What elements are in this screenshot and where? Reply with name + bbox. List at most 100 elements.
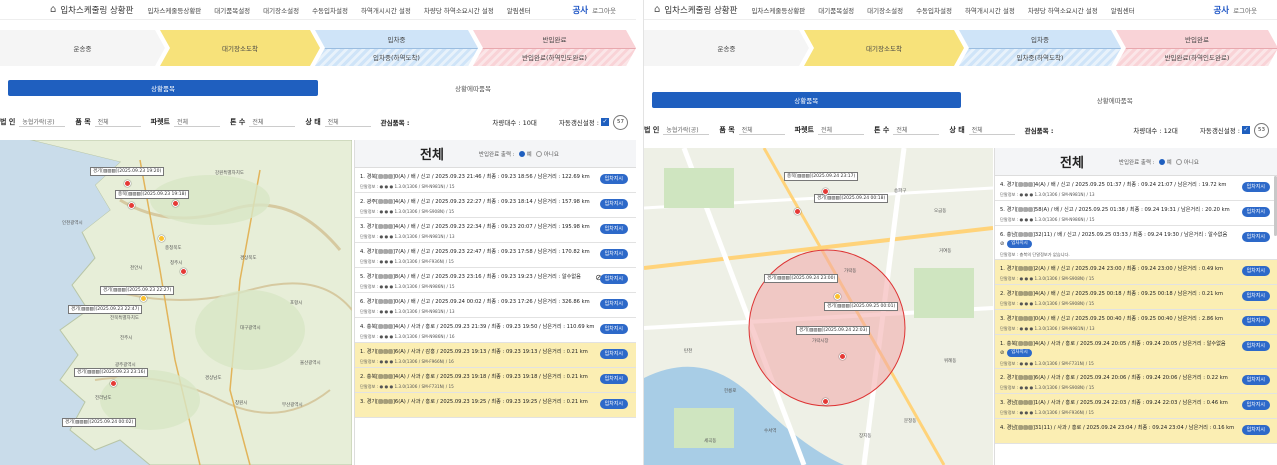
map-pin-icon[interactable] <box>834 293 841 300</box>
list-item[interactable]: 4. 경남[▨▨▨]31(11) / 사과 / 홍로 / 2025.09.24 … <box>995 419 1277 444</box>
corp-select[interactable]: 농협가락(공) <box>663 125 710 135</box>
list-item[interactable]: 6. 경기[▨▨▨]0(A) / 배 / 신고 / 2025.09.24 00:… <box>355 293 636 318</box>
list-item[interactable]: 2. 충북[▨▨▨]4(A) / 사과 / 홍로 / 2025.09.23 19… <box>355 368 636 393</box>
auto-refresh-checkbox[interactable]: ✓ <box>1242 126 1250 134</box>
map-pin-icon[interactable] <box>794 208 801 215</box>
ton-select[interactable]: 전체 <box>249 117 296 127</box>
map-pin-icon[interactable] <box>180 268 187 275</box>
auto-refresh[interactable]: 자동갱신설정 : ✓ <box>1200 125 1250 135</box>
step-moving[interactable]: 운송중 <box>0 30 165 66</box>
tab-status-items[interactable]: 상황품목 <box>8 80 318 96</box>
item-select[interactable]: 전체 <box>738 125 785 135</box>
nav-title[interactable]: 입차스케줄링 상황판 <box>664 4 737 16</box>
dispatch-button[interactable]: 입차지시 <box>1007 240 1032 248</box>
radio-no[interactable] <box>1175 158 1182 165</box>
map-pin-icon[interactable] <box>124 180 131 187</box>
tab-other-items[interactable]: 상황에따품목 <box>961 92 1270 108</box>
tab-status-items[interactable]: 상황품목 <box>652 92 961 108</box>
state-select[interactable]: 전체 <box>968 125 1015 135</box>
menu-item[interactable]: 입차스케줄등상황판 <box>147 5 201 15</box>
home-icon[interactable]: ⌂ <box>654 4 660 15</box>
vehicle-map-label[interactable]: 경기[▨▨▨](2025.09.24 23:00) <box>764 274 839 283</box>
pallet-select[interactable]: 전체 <box>817 125 864 135</box>
map-pin-icon[interactable] <box>158 235 165 242</box>
map-pin-icon[interactable] <box>822 188 829 195</box>
ton-select[interactable]: 전체 <box>893 125 940 135</box>
corp-select[interactable]: 농협가락(공) <box>19 117 66 127</box>
vehicle-map-label[interactable]: 충북[▨▨▨](2025.09.24 23:17) <box>784 172 859 181</box>
map-pin-icon[interactable] <box>172 200 179 207</box>
list-item[interactable]: 3. 경남[▨▨▨]1(A) / 사과 / 홍로 / 2025.09.24 22… <box>995 394 1277 419</box>
menu-item[interactable]: 알림센터 <box>507 5 531 15</box>
logout-link[interactable]: 로그아웃 <box>1233 5 1257 15</box>
list-item[interactable]: 1. 경북[▨▨▨]0(A) / 배 / 신고 / 2025.09.23 21:… <box>355 168 636 193</box>
dispatch-button[interactable]: 입차지시 <box>1241 375 1270 385</box>
menu-item[interactable]: 차량당 하역소요시간 설정 <box>424 5 494 15</box>
menu-item[interactable]: 차량당 하역소요시간 설정 <box>1028 5 1098 15</box>
menu-item[interactable]: 입차스케줄등상황판 <box>751 5 805 15</box>
dispatch-button[interactable]: 입차지시 <box>599 224 628 234</box>
pallet-select[interactable]: 전체 <box>173 117 220 127</box>
list-item[interactable]: 1. 충북[▨▨▨]4(A) / 사과 / 홍로 / 2025.09.24 20… <box>995 335 1277 369</box>
list-item[interactable]: 3. 경기[▨▨▨]0(A) / 배 / 신고 / 2025.09.25 00:… <box>995 310 1277 335</box>
dispatch-button[interactable]: 입차지시 <box>1241 207 1270 217</box>
vehicle-map-label[interactable]: 경기[▨▨▨](2025.09.23 23:16) <box>74 368 149 377</box>
dispatch-button[interactable]: 입차지시 <box>1241 266 1270 276</box>
dispatch-button[interactable]: 입차지시 <box>1241 400 1270 410</box>
dispatch-button[interactable]: 입차지시 <box>599 249 628 259</box>
menu-item[interactable]: 대기품목설정 <box>214 5 250 15</box>
menu-item[interactable]: 대기장소설정 <box>867 5 903 15</box>
korea-map[interactable]: 강원특별자치도 충청북도 경상북도 전북특별자치도 전라남도 경상남도 대전광역… <box>0 140 352 465</box>
vehicle-map-label[interactable]: 경기[▨▨▨](2025.09.24 00:02) <box>62 418 137 427</box>
list-item[interactable]: 4. 경기[▨▨▨]4(A) / 배 / 신고 / 2025.09.25 01:… <box>995 176 1277 201</box>
dispatch-button[interactable]: 입차지시 <box>1241 182 1270 192</box>
dispatch-button[interactable]: 입차지시 <box>599 374 628 384</box>
auto-refresh-checkbox[interactable]: ✓ <box>601 118 609 126</box>
menu-item[interactable]: 수동입차설정 <box>312 5 348 15</box>
dispatch-button[interactable]: 입차지시 <box>1007 349 1032 357</box>
dispatch-button[interactable]: 입차지시 <box>599 199 628 209</box>
vehicle-map-label[interactable]: 경기[▨▨▨](2025.09.23 22:47) <box>68 305 143 314</box>
dispatch-button[interactable]: 입차지시 <box>1241 232 1270 242</box>
step-waiting[interactable]: 대기장소도착 <box>804 30 964 66</box>
list-item[interactable]: 2. 경기[▨▨▨]4(A) / 배 / 신고 / 2025.09.25 00:… <box>995 285 1277 310</box>
step-moving[interactable]: 운송중 <box>644 30 809 66</box>
dispatch-button[interactable]: 입차지시 <box>599 399 628 409</box>
radio-no[interactable] <box>535 150 542 157</box>
list-item[interactable]: 5. 경기[▨▨▨]8(A) / 배 / 신고 / 2025.09.23 23:… <box>355 268 636 293</box>
logout-link[interactable]: 로그아웃 <box>592 5 616 15</box>
list-item[interactable]: 3. 경기[▨▨▨]6(A) / 사과 / 홍로 / 2025.09.23 19… <box>355 393 636 418</box>
list-item[interactable]: 2. 경기[▨▨▨]6(A) / 사과 / 홍로 / 2025.09.24 20… <box>995 369 1277 394</box>
dispatch-button[interactable]: 입차지시 <box>599 174 628 184</box>
menu-item[interactable]: 하역개시시간 설정 <box>965 5 1015 15</box>
vehicle-map-label[interactable]: 경기[▨▨▨](2025.09.24 22:03) <box>796 326 871 335</box>
refresh-timer-icon[interactable]: 53 <box>1254 122 1269 138</box>
list-item[interactable]: 6. 충남[▨▨▨]32(11) / 배 / 신고 / 2025.09.25 0… <box>995 226 1277 260</box>
step-loading[interactable]: 입차중 입차중(하역도착) <box>959 30 1121 66</box>
vehicle-map-label[interactable]: 경기[▨▨▨](2025.09.24 00:18) <box>814 194 889 203</box>
list-item[interactable]: 1. 경기[▨▨▨]6(A) / 사과 / 감홍 / 2025.09.23 19… <box>355 343 636 368</box>
tab-other-items[interactable]: 상황에따품목 <box>318 80 628 96</box>
step-unloading[interactable]: 반입완료 반입완료(하역인도완료) <box>473 30 636 66</box>
menu-item[interactable]: 하역개시시간 설정 <box>361 5 411 15</box>
state-select[interactable]: 전체 <box>324 117 371 127</box>
list-item[interactable]: 5. 경기[▨▨▨]58(A) / 배 / 신고 / 2025.09.25 01… <box>995 201 1277 226</box>
list-item[interactable]: 3. 경기[▨▨▨]4(A) / 배 / 신고 / 2025.09.23 22:… <box>355 218 636 243</box>
map-pin-icon[interactable] <box>110 380 117 387</box>
dispatch-button[interactable]: 입차지시 <box>1241 425 1270 435</box>
map-pin-icon[interactable] <box>839 353 846 360</box>
list-item[interactable]: 4. 충북[▨▨▨]4(A) / 사과 / 홍로 / 2025.09.23 21… <box>355 318 636 343</box>
city-map[interactable]: 가락시장 문정동 송파구 장지동 위례동 거여동 탄천 세곡동 수서역 가락동 … <box>644 148 993 465</box>
map-pin-icon[interactable] <box>822 398 829 405</box>
menu-item[interactable]: 대기장소설정 <box>263 5 299 15</box>
refresh-timer-icon[interactable]: 57 <box>613 114 628 130</box>
map-pin-icon[interactable] <box>140 295 147 302</box>
map-pin-icon[interactable] <box>128 202 135 209</box>
dispatch-button[interactable]: 입차지시 <box>599 324 628 334</box>
dispatch-button[interactable]: 입차지시 <box>599 349 628 359</box>
dispatch-button[interactable]: 입차지시 <box>1241 341 1270 351</box>
menu-item[interactable]: 대기품목설정 <box>818 5 854 15</box>
item-select[interactable]: 전체 <box>94 117 141 127</box>
step-loading[interactable]: 입차중 입차중(하역도착) <box>315 30 478 66</box>
dispatch-button[interactable]: 입차지시 <box>599 299 628 309</box>
